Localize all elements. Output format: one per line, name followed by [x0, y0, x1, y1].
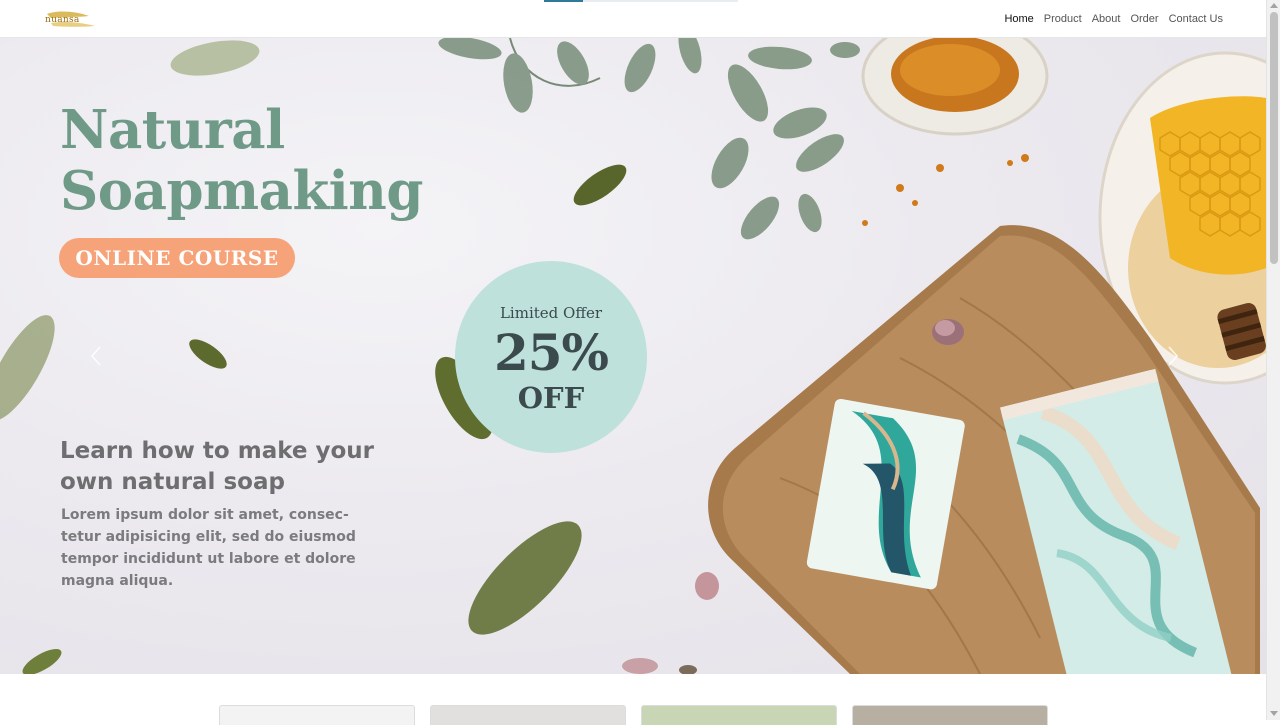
offer-label: Limited Offer [499, 304, 603, 322]
hero-body-text: Lorem ipsum dolor sit amet, consec-tetur… [61, 507, 356, 589]
navbar: nuansa Home Product About Order Contact Us [0, 0, 1266, 38]
hero-title: Natural Soapmaking [60, 99, 423, 222]
product-card[interactable] [219, 705, 415, 725]
product-card[interactable] [430, 705, 626, 725]
chevron-right-icon [1168, 346, 1179, 366]
scroll-down-icon[interactable] [1270, 711, 1278, 716]
nav-link-contact-us[interactable]: Contact Us [1169, 13, 1223, 25]
main-nav: Home Product About Order Contact Us [1004, 13, 1223, 25]
carousel-next-button[interactable] [1162, 344, 1182, 368]
online-course-badge: ONLINE COURSE [59, 238, 295, 278]
logo-text: nuansa [45, 14, 80, 25]
product-cards-section [0, 674, 1266, 725]
nav-link-order[interactable]: Order [1130, 13, 1158, 25]
nav-link-home[interactable]: Home [1004, 13, 1033, 25]
page-load-progress [544, 0, 738, 2]
offer-off: OFF [517, 381, 585, 415]
page-scrollbar[interactable] [1266, 0, 1280, 720]
hero-subtitle: Learn how to make your own natural soap [60, 438, 375, 495]
chevron-left-icon [90, 346, 101, 366]
scroll-up-icon[interactable] [1270, 3, 1278, 8]
product-card[interactable] [852, 705, 1048, 725]
brand-logo[interactable]: nuansa [43, 6, 99, 32]
carousel-prev-button[interactable] [87, 344, 107, 368]
hero-carousel: Natural Soapmaking ONLINE COURSE Limited… [0, 38, 1266, 674]
offer-percent: 25% [493, 323, 609, 382]
product-card[interactable] [641, 705, 837, 725]
nav-link-product[interactable]: Product [1044, 13, 1082, 25]
limited-offer-circle: Limited Offer 25% OFF [455, 261, 647, 453]
scroll-thumb[interactable] [1270, 12, 1278, 264]
page-load-progress-fill [544, 0, 583, 2]
nav-link-about[interactable]: About [1092, 13, 1121, 25]
